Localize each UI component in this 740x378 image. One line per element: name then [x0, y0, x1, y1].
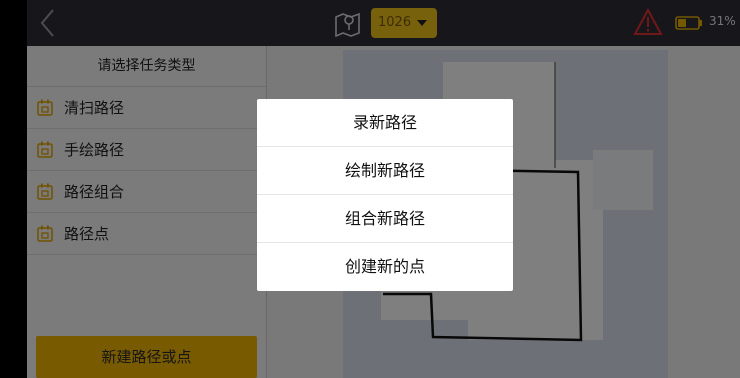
- new-path-dialog: 录新路径 绘制新路径 组合新路径 创建新的点: [257, 99, 513, 291]
- dialog-option-record-new-path[interactable]: 录新路径: [257, 99, 513, 147]
- dialog-option-combine-new-path[interactable]: 组合新路径: [257, 195, 513, 243]
- dialog-option-draw-new-path[interactable]: 绘制新路径: [257, 147, 513, 195]
- dialog-option-create-new-point[interactable]: 创建新的点: [257, 243, 513, 290]
